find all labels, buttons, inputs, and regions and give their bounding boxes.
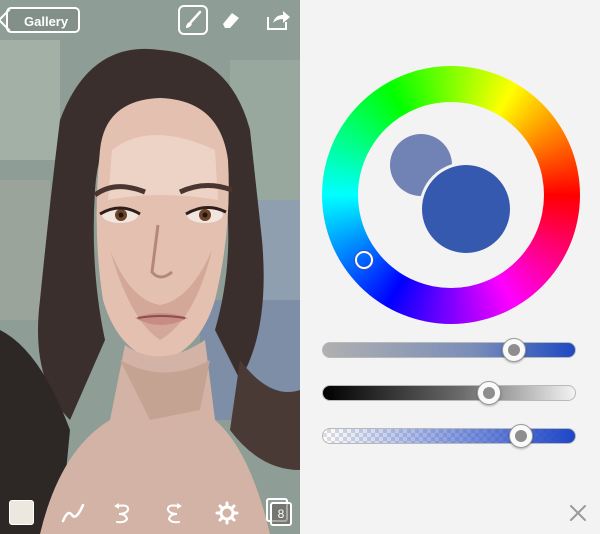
hue-wheel-handle[interactable] [355, 251, 373, 269]
painting-canvas[interactable]: Gallery 8 [0, 0, 300, 534]
brightness-slider[interactable] [322, 381, 576, 405]
redo-swirl-icon [166, 503, 182, 524]
color-swatch-button[interactable] [9, 500, 34, 525]
layers-button[interactable]: 8 [266, 498, 292, 526]
settings-button[interactable] [212, 498, 242, 528]
undo-button[interactable] [108, 498, 138, 528]
eraser-icon [223, 13, 239, 28]
top-toolbar: Gallery [0, 0, 300, 40]
brush-icon [186, 10, 202, 28]
pen-stroke-icon [61, 503, 85, 523]
opacity-slider[interactable] [322, 424, 576, 448]
share-icon [267, 11, 290, 30]
saturation-slider-knob[interactable] [502, 338, 527, 362]
gallery-button[interactable]: Gallery [6, 7, 81, 33]
close-panel-button[interactable] [568, 503, 588, 523]
brightness-slider-knob[interactable] [477, 381, 502, 405]
redo-button[interactable] [158, 498, 188, 528]
brush-tool-button[interactable] [178, 5, 208, 35]
bottom-toolbar: 8 [0, 494, 300, 534]
opacity-slider-knob[interactable] [509, 424, 534, 448]
portrait-painting [0, 0, 300, 534]
pen-tool-button[interactable] [58, 498, 88, 528]
saturation-slider[interactable] [322, 338, 576, 362]
eraser-tool-button[interactable] [216, 6, 244, 34]
gear-icon [215, 501, 239, 525]
close-icon [570, 505, 586, 521]
color-picker-panel [300, 0, 600, 534]
share-button[interactable] [264, 6, 292, 34]
layers-count: 8 [277, 507, 285, 521]
undo-swirl-icon [114, 503, 130, 524]
current-color-preview [422, 165, 510, 253]
